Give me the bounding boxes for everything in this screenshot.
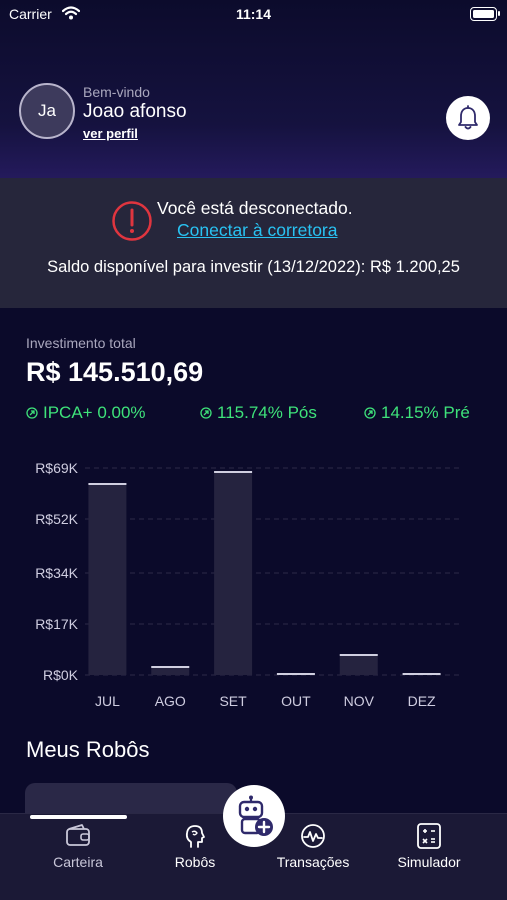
tab-simulador[interactable]: Simulador xyxy=(374,823,484,870)
chart-bar xyxy=(88,483,127,675)
chart-bar-top xyxy=(88,483,127,485)
rate-pos: 115.74% Pós xyxy=(200,403,317,423)
avatar[interactable]: Ja xyxy=(19,83,75,139)
chart-bar-top xyxy=(276,673,315,675)
disconnected-alert: Você está desconectado. Conectar à corre… xyxy=(0,178,507,308)
y-tick-label: R$52K xyxy=(35,511,78,527)
x-tick-label: NOV xyxy=(344,693,375,709)
robot-add-icon xyxy=(238,795,273,836)
connect-broker-link[interactable]: Conectar à corretora xyxy=(177,220,338,241)
x-tick-label: OUT xyxy=(281,693,311,709)
tab-label: Simulador xyxy=(397,854,461,870)
chart-bar xyxy=(339,654,378,675)
available-balance: Saldo disponível para investir (13/12/20… xyxy=(47,258,460,276)
trend-arrow-icon xyxy=(26,407,38,419)
chart-bar-top xyxy=(339,654,378,656)
rate-ipca: IPCA+ 0.00% xyxy=(26,403,146,423)
rate-pre: 14.15% Pré xyxy=(364,403,470,423)
head-profile-icon xyxy=(185,825,205,848)
calculator-icon xyxy=(417,823,441,849)
avatar-initials: Ja xyxy=(38,101,56,120)
monthly-investment-chart: R$0K R$17K R$34K R$52K R$69K JUL AGO SET OUT NOV D… xyxy=(35,460,462,709)
tab-label: Transações xyxy=(276,854,350,870)
y-tick-label: R$17K xyxy=(35,616,78,632)
rate-label: 115.74% Pós xyxy=(217,403,317,422)
battery-icon xyxy=(470,7,500,21)
view-profile-link[interactable]: ver perfil xyxy=(83,126,138,141)
chart-bar-top xyxy=(214,471,253,473)
tab-label: Carteira xyxy=(53,854,103,870)
total-investment-value: R$ 145.510,69 xyxy=(26,357,204,387)
chart-bar-top xyxy=(402,673,441,675)
x-tick-label: DEZ xyxy=(408,693,436,709)
x-tick-label: JUL xyxy=(95,693,120,709)
y-tick-label: R$34K xyxy=(35,565,78,581)
clock: 11:14 xyxy=(235,6,272,22)
bell-icon xyxy=(458,105,478,130)
add-robot-button[interactable] xyxy=(223,785,285,847)
pulse-circle-icon xyxy=(301,824,325,848)
trend-arrow-icon xyxy=(200,407,212,419)
wallet-icon xyxy=(66,824,90,846)
welcome-label: Bem-vindo xyxy=(83,84,150,100)
total-investment-label: Investimento total xyxy=(26,335,136,351)
tab-label: Robôs xyxy=(174,854,216,870)
chart-bar-top xyxy=(151,666,190,668)
x-tick-label: SET xyxy=(219,693,247,709)
username: Joao afonso xyxy=(83,101,187,122)
exclamation-circle-icon xyxy=(112,201,152,241)
disconnected-message: Você está desconectado. xyxy=(157,198,353,218)
x-tick-label: AGO xyxy=(155,693,186,709)
rate-label: IPCA+ 0.00% xyxy=(43,403,146,422)
y-tick-label: R$69K xyxy=(35,460,78,476)
my-robots-title: Meus Robôs xyxy=(26,737,150,762)
status-bar: Carrier 11:14 xyxy=(0,0,507,30)
notifications-button[interactable] xyxy=(446,96,490,140)
trend-arrow-icon xyxy=(364,407,376,419)
rate-label: 14.15% Pré xyxy=(381,403,470,422)
tab-carteira[interactable]: Carteira xyxy=(23,823,133,870)
y-tick-label: R$0K xyxy=(43,667,79,683)
active-tab-indicator xyxy=(30,815,127,819)
chart-bar xyxy=(214,471,253,675)
